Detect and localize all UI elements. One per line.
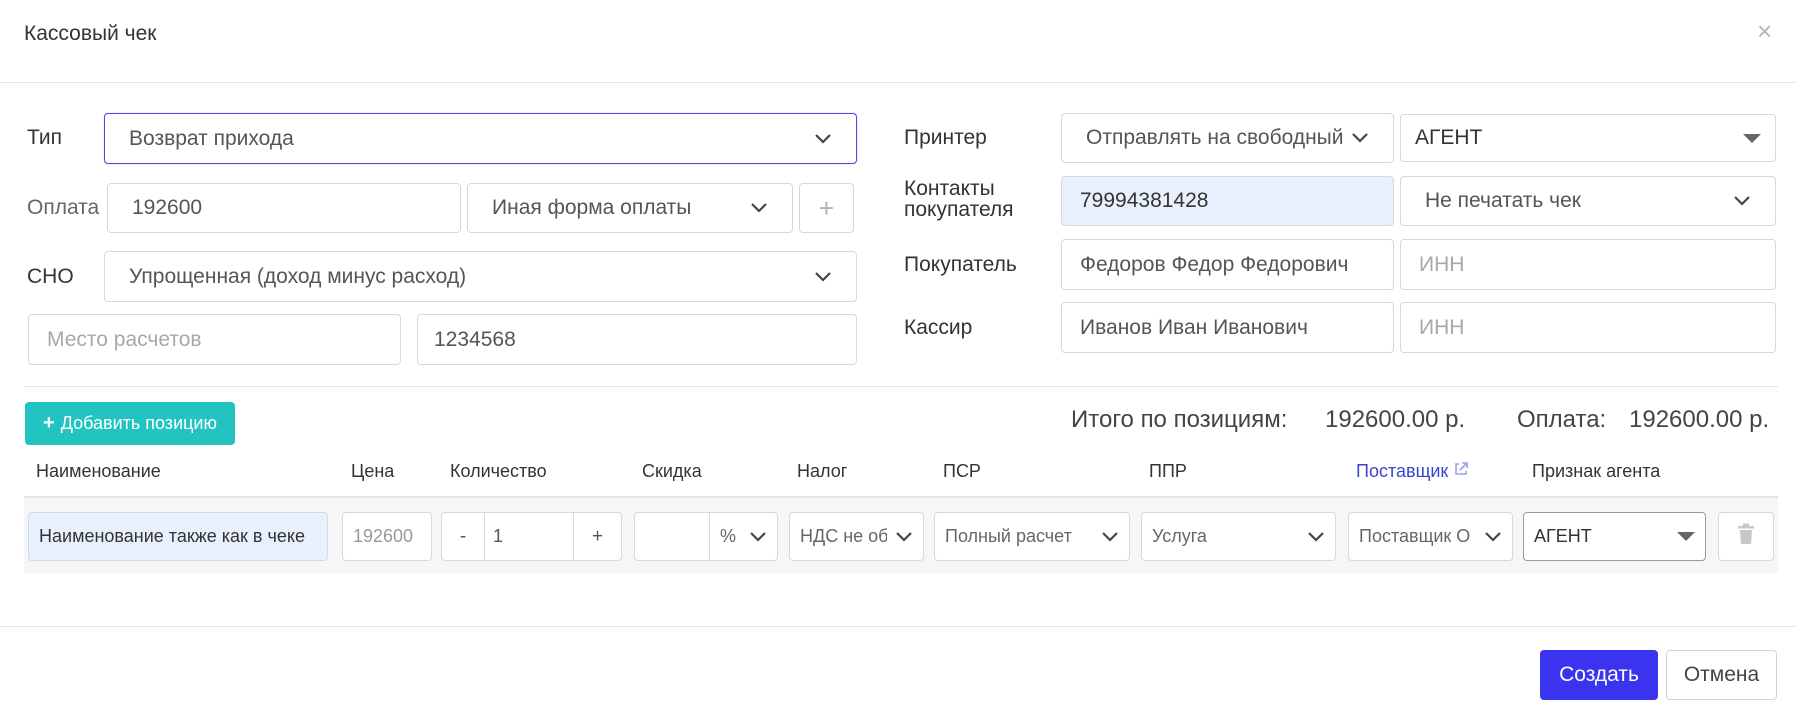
discount-input[interactable] [634,512,710,561]
sno-select-value: Упрощенная (доход минус расход) [129,264,467,288]
header-divider [0,82,1796,83]
qty-plus-button[interactable]: + [573,512,622,561]
type-label: Тип [27,126,63,149]
ppr-value: Услуга [1152,526,1207,546]
delete-row-button[interactable] [1718,512,1774,561]
qty-value: 1 [493,526,504,546]
cashier-inn-placeholder: ИНН [1419,315,1465,339]
row-price-value: 192600 [353,526,414,546]
col-supplier: Поставщик [1356,461,1449,481]
row-agent-value: АГЕНТ [1534,526,1592,546]
row-name-input[interactable]: Наименование также как в чеке [28,512,328,561]
col-supplier-link[interactable]: Поставщик [1356,461,1469,482]
add-position-label: Добавить позицию [60,413,217,433]
place-input[interactable]: Место расчетов [28,314,401,365]
print-mode-select[interactable]: Не печатать чек [1400,176,1776,226]
payment-amount-input[interactable]: 192600 [107,183,461,233]
cashier-input[interactable]: Иванов Иван Иванович [1061,302,1394,353]
plus-icon: + [43,412,55,434]
buyer-label: Покупатель [904,253,1017,276]
total-payment-label: Оплата: [1517,406,1607,433]
close-icon[interactable]: × [1757,18,1772,44]
col-tax: Налог [797,461,848,481]
total-payment-value: 192600.00 р. [1629,406,1770,433]
tax-select[interactable]: НДС не облагается [789,512,924,561]
payment-label: Оплата [27,196,100,219]
col-price: Цена [351,461,395,481]
psr-select[interactable]: Полный расчет [934,512,1130,561]
col-psr: ПСР [943,461,981,481]
chevron-down-icon [750,199,768,217]
footer-divider [0,626,1796,627]
plus-icon: + [818,192,835,223]
total-positions-label: Итого по позициям: [1071,406,1288,433]
row-price-input[interactable]: 192600 [342,512,432,561]
chevron-down-icon [1307,528,1325,546]
total-positions-value: 192600.00 р. [1325,406,1466,433]
chevron-down-icon [1101,528,1119,546]
chevron-down-icon [895,528,913,546]
col-agent: Признак агента [1532,461,1661,481]
type-select-value: Возврат прихода [129,126,294,150]
chevron-down-icon [814,130,832,148]
qty-minus-button[interactable]: - [441,512,485,561]
printer-label: Принтер [904,126,987,149]
row-agent-select[interactable]: АГЕНТ [1523,512,1706,561]
caret-down-icon [1743,133,1761,143]
place-number-value: 1234568 [434,327,516,351]
buyer-inn-placeholder: ИНН [1419,252,1465,276]
type-select[interactable]: Возврат прихода [104,113,857,164]
dialog-title: Кассовый чек [24,22,157,45]
chevron-down-icon [1484,528,1502,546]
agent-select[interactable]: АГЕНТ [1400,114,1776,162]
buyer-inn-input[interactable]: ИНН [1400,239,1776,290]
discount-unit-select[interactable]: % [709,512,778,561]
place-placeholder: Место расчетов [47,327,202,351]
printer-select[interactable]: Отправлять на свободный [1061,113,1394,163]
psr-value: Полный расчет [945,526,1072,546]
external-link-icon [1453,461,1469,482]
chevron-down-icon [814,268,832,286]
printer-select-value: Отправлять на свободный [1086,126,1343,149]
contacts-input[interactable]: 79994381428 [1061,176,1394,226]
col-discount: Скидка [642,461,702,481]
cashier-label: Кассир [904,316,973,339]
add-position-button[interactable]: + Добавить позицию [25,402,235,445]
agent-select-value: АГЕНТ [1415,126,1483,149]
payment-method-value: Иная форма оплаты [492,196,692,219]
row-name-value: Наименование также как в чеке [39,526,305,546]
trash-icon [1737,523,1755,550]
chevron-down-icon [749,528,767,546]
supplier-value: Поставщик О [1359,526,1471,546]
add-payment-button[interactable]: + [799,183,854,233]
caret-down-icon [1677,532,1695,541]
contacts-value: 79994381428 [1080,189,1209,212]
print-mode-value: Не печатать чек [1425,189,1581,212]
buyer-input[interactable]: Федоров Федор Федорович [1061,239,1394,290]
chevron-down-icon [1351,129,1369,147]
ppr-select[interactable]: Услуга [1141,512,1336,561]
form-divider [24,386,1778,387]
buyer-value: Федоров Федор Федорович [1080,252,1349,276]
payment-method-select[interactable]: Иная форма оплаты [467,183,793,233]
payment-amount-value: 192600 [132,196,203,219]
qty-input[interactable]: 1 [484,512,574,561]
contacts-label-line2: покупателя [904,198,1014,221]
cashier-inn-input[interactable]: ИНН [1400,302,1776,353]
create-button[interactable]: Создать [1540,650,1658,700]
col-ppr: ППР [1149,461,1187,481]
discount-unit-value: % [720,526,737,546]
sno-label: СНО [27,265,74,288]
cancel-button[interactable]: Отмена [1666,650,1777,700]
supplier-select[interactable]: Поставщик О [1348,512,1513,561]
cash-receipt-dialog: Кассовый чек × Тип Возврат прихода Оплат… [0,0,1796,720]
chevron-down-icon [1733,192,1751,210]
tax-value: НДС не облагается [800,526,887,546]
place-number-input[interactable]: 1234568 [417,314,857,365]
col-name: Наименование [36,461,161,481]
cashier-value: Иванов Иван Иванович [1080,315,1308,339]
col-qty: Количество [450,461,547,481]
sno-select[interactable]: Упрощенная (доход минус расход) [104,251,857,302]
